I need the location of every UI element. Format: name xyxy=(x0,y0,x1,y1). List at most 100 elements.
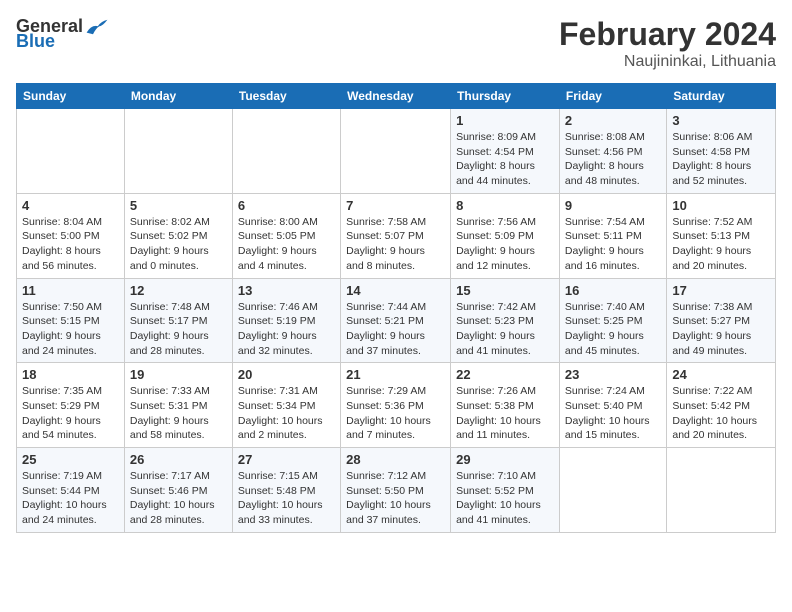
calendar-week-row: 18 Sunrise: 7:35 AM Sunset: 5:29 PM Dayli… xyxy=(17,363,776,448)
day-number: 25 xyxy=(22,452,119,467)
day-info: Sunrise: 8:00 AM Sunset: 5:05 PM Dayligh… xyxy=(238,215,335,274)
calendar-cell: 27 Sunrise: 7:15 AM Sunset: 5:48 PM Dayli… xyxy=(232,448,340,533)
calendar-cell: 3 Sunrise: 8:06 AM Sunset: 4:58 PM Daylig… xyxy=(667,109,776,194)
calendar-cell: 5 Sunrise: 8:02 AM Sunset: 5:02 PM Daylig… xyxy=(124,193,232,278)
calendar-cell: 20 Sunrise: 7:31 AM Sunset: 5:34 PM Dayli… xyxy=(232,363,340,448)
day-number: 1 xyxy=(456,113,554,128)
day-info: Sunrise: 8:09 AM Sunset: 4:54 PM Dayligh… xyxy=(456,130,554,189)
day-info: Sunrise: 7:56 AM Sunset: 5:09 PM Dayligh… xyxy=(456,215,554,274)
day-info: Sunrise: 7:29 AM Sunset: 5:36 PM Dayligh… xyxy=(346,384,445,443)
day-number: 22 xyxy=(456,367,554,382)
calendar-cell: 17 Sunrise: 7:38 AM Sunset: 5:27 PM Dayli… xyxy=(667,278,776,363)
calendar-cell: 1 Sunrise: 8:09 AM Sunset: 4:54 PM Daylig… xyxy=(451,109,560,194)
calendar-cell: 25 Sunrise: 7:19 AM Sunset: 5:44 PM Dayli… xyxy=(17,448,125,533)
day-info: Sunrise: 7:19 AM Sunset: 5:44 PM Dayligh… xyxy=(22,469,119,528)
day-number: 20 xyxy=(238,367,335,382)
day-info: Sunrise: 7:33 AM Sunset: 5:31 PM Dayligh… xyxy=(130,384,227,443)
calendar-cell: 23 Sunrise: 7:24 AM Sunset: 5:40 PM Dayli… xyxy=(559,363,666,448)
calendar-week-row: 25 Sunrise: 7:19 AM Sunset: 5:44 PM Dayli… xyxy=(17,448,776,533)
day-number: 29 xyxy=(456,452,554,467)
calendar-cell: 21 Sunrise: 7:29 AM Sunset: 5:36 PM Dayli… xyxy=(341,363,451,448)
calendar-cell: 13Sunrise: 7:46 AM Sunset: 5:19 PM Dayli… xyxy=(232,278,340,363)
day-info: Sunrise: 7:22 AM Sunset: 5:42 PM Dayligh… xyxy=(672,384,770,443)
day-number: 7 xyxy=(346,198,445,213)
day-info: Sunrise: 8:06 AM Sunset: 4:58 PM Dayligh… xyxy=(672,130,770,189)
day-info: Sunrise: 7:48 AM Sunset: 5:17 PM Dayligh… xyxy=(130,300,227,359)
day-number: 8 xyxy=(456,198,554,213)
calendar-table: SundayMondayTuesdayWednesdayThursdayFrid… xyxy=(16,83,776,533)
calendar-header-row: SundayMondayTuesdayWednesdayThursdayFrid… xyxy=(17,84,776,109)
day-info: Sunrise: 7:38 AM Sunset: 5:27 PM Dayligh… xyxy=(672,300,770,359)
calendar-cell xyxy=(559,448,666,533)
calendar-cell: 2 Sunrise: 8:08 AM Sunset: 4:56 PM Daylig… xyxy=(559,109,666,194)
day-number: 27 xyxy=(238,452,335,467)
day-info: Sunrise: 7:35 AM Sunset: 5:29 PM Dayligh… xyxy=(22,384,119,443)
day-info: Sunrise: 7:44 AM Sunset: 5:21 PM Dayligh… xyxy=(346,300,445,359)
day-number: 4 xyxy=(22,198,119,213)
calendar-cell: 4 Sunrise: 8:04 AM Sunset: 5:00 PM Daylig… xyxy=(17,193,125,278)
day-info: Sunrise: 7:50 AM Sunset: 5:15 PM Dayligh… xyxy=(22,300,119,359)
calendar-cell: 28 Sunrise: 7:12 AM Sunset: 5:50 PM Dayli… xyxy=(341,448,451,533)
calendar-cell: 19 Sunrise: 7:33 AM Sunset: 5:31 PM Dayli… xyxy=(124,363,232,448)
day-number: 13 xyxy=(238,283,335,298)
calendar-cell: 24 Sunrise: 7:22 AM Sunset: 5:42 PM Dayli… xyxy=(667,363,776,448)
day-number: 21 xyxy=(346,367,445,382)
day-number: 2 xyxy=(565,113,661,128)
page-header: General Blue February 2024 Naujininkai, … xyxy=(16,16,776,71)
calendar-week-row: 4 Sunrise: 8:04 AM Sunset: 5:00 PM Daylig… xyxy=(17,193,776,278)
day-info: Sunrise: 7:42 AM Sunset: 5:23 PM Dayligh… xyxy=(456,300,554,359)
day-info: Sunrise: 7:12 AM Sunset: 5:50 PM Dayligh… xyxy=(346,469,445,528)
day-number: 19 xyxy=(130,367,227,382)
calendar-cell: 9Sunrise: 7:54 AM Sunset: 5:11 PM Daylig… xyxy=(559,193,666,278)
page-title: February 2024 xyxy=(559,16,776,53)
day-number: 6 xyxy=(238,198,335,213)
calendar-cell: 8 Sunrise: 7:56 AM Sunset: 5:09 PM Daylig… xyxy=(451,193,560,278)
calendar-cell: 18 Sunrise: 7:35 AM Sunset: 5:29 PM Dayli… xyxy=(17,363,125,448)
day-info: Sunrise: 7:54 AM Sunset: 5:11 PM Dayligh… xyxy=(565,215,661,274)
day-number: 10 xyxy=(672,198,770,213)
day-info: Sunrise: 7:26 AM Sunset: 5:38 PM Dayligh… xyxy=(456,384,554,443)
calendar-cell xyxy=(232,109,340,194)
calendar-header-sunday: Sunday xyxy=(17,84,125,109)
calendar-header-wednesday: Wednesday xyxy=(341,84,451,109)
page-subtitle: Naujininkai, Lithuania xyxy=(559,53,776,71)
day-number: 17 xyxy=(672,283,770,298)
day-info: Sunrise: 7:15 AM Sunset: 5:48 PM Dayligh… xyxy=(238,469,335,528)
day-number: 18 xyxy=(22,367,119,382)
day-info: Sunrise: 7:10 AM Sunset: 5:52 PM Dayligh… xyxy=(456,469,554,528)
calendar-header-thursday: Thursday xyxy=(451,84,560,109)
calendar-week-row: 11 Sunrise: 7:50 AM Sunset: 5:15 PM Dayli… xyxy=(17,278,776,363)
day-number: 11 xyxy=(22,283,119,298)
calendar-cell xyxy=(17,109,125,194)
day-number: 16 xyxy=(565,283,661,298)
calendar-header-monday: Monday xyxy=(124,84,232,109)
calendar-cell: 22 Sunrise: 7:26 AM Sunset: 5:38 PM Dayli… xyxy=(451,363,560,448)
day-info: Sunrise: 7:31 AM Sunset: 5:34 PM Dayligh… xyxy=(238,384,335,443)
calendar-cell: 29 Sunrise: 7:10 AM Sunset: 5:52 PM Dayli… xyxy=(451,448,560,533)
day-info: Sunrise: 7:40 AM Sunset: 5:25 PM Dayligh… xyxy=(565,300,661,359)
calendar-cell: 14 Sunrise: 7:44 AM Sunset: 5:21 PM Dayli… xyxy=(341,278,451,363)
logo-blue: Blue xyxy=(16,31,55,52)
day-number: 12 xyxy=(130,283,227,298)
title-block: February 2024 Naujininkai, Lithuania xyxy=(559,16,776,71)
calendar-cell: 10Sunrise: 7:52 AM Sunset: 5:13 PM Dayli… xyxy=(667,193,776,278)
calendar-header-saturday: Saturday xyxy=(667,84,776,109)
day-number: 28 xyxy=(346,452,445,467)
day-info: Sunrise: 8:04 AM Sunset: 5:00 PM Dayligh… xyxy=(22,215,119,274)
calendar-cell xyxy=(667,448,776,533)
calendar-header-friday: Friday xyxy=(559,84,666,109)
day-number: 3 xyxy=(672,113,770,128)
day-info: Sunrise: 8:02 AM Sunset: 5:02 PM Dayligh… xyxy=(130,215,227,274)
day-info: Sunrise: 7:24 AM Sunset: 5:40 PM Dayligh… xyxy=(565,384,661,443)
day-number: 15 xyxy=(456,283,554,298)
calendar-cell xyxy=(124,109,232,194)
day-number: 14 xyxy=(346,283,445,298)
calendar-cell: 11 Sunrise: 7:50 AM Sunset: 5:15 PM Dayli… xyxy=(17,278,125,363)
logo: General Blue xyxy=(16,16,109,52)
calendar-cell: 12 Sunrise: 7:48 AM Sunset: 5:17 PM Dayli… xyxy=(124,278,232,363)
day-number: 5 xyxy=(130,198,227,213)
day-info: Sunrise: 8:08 AM Sunset: 4:56 PM Dayligh… xyxy=(565,130,661,189)
calendar-cell: 26Sunrise: 7:17 AM Sunset: 5:46 PM Dayli… xyxy=(124,448,232,533)
day-number: 24 xyxy=(672,367,770,382)
day-number: 23 xyxy=(565,367,661,382)
